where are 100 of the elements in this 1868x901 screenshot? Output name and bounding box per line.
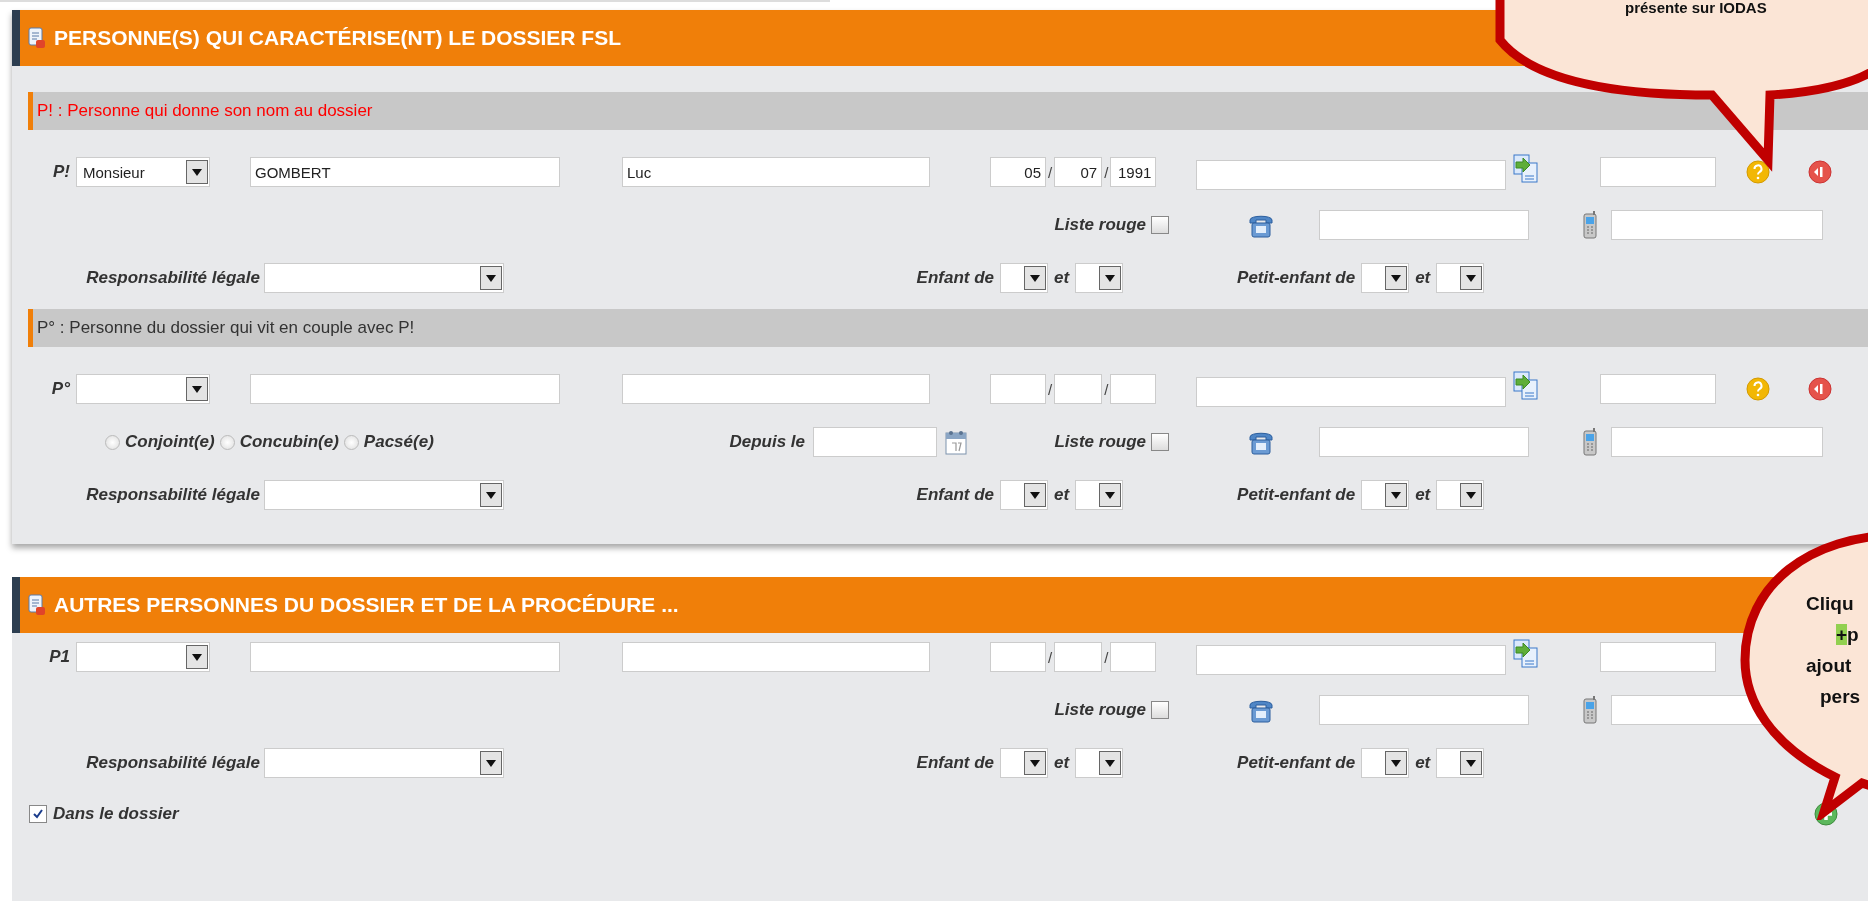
caret-icon	[1030, 491, 1040, 499]
radio-button[interactable]	[219, 434, 235, 450]
copy-document-icon[interactable]	[1512, 639, 1541, 669]
dropdown[interactable]	[1075, 480, 1124, 510]
last-name-field[interactable]	[250, 642, 560, 672]
field-label: Enfant de	[916, 485, 994, 505]
calendar-icon[interactable]	[945, 429, 967, 455]
first-name-field[interactable]	[622, 374, 930, 404]
radio-button[interactable]	[105, 434, 120, 450]
phone-field[interactable]	[1319, 210, 1529, 240]
delete-icon[interactable]	[1808, 160, 1833, 184]
mobile-field[interactable]	[1611, 427, 1823, 457]
first-name-field[interactable]	[622, 642, 930, 672]
field-label: P!	[53, 162, 70, 182]
field-label: Enfant de	[916, 268, 994, 288]
date-field[interactable]	[813, 427, 937, 457]
dropdown[interactable]	[1361, 263, 1410, 293]
mobile-field[interactable]	[1611, 210, 1823, 240]
phone-field[interactable]	[1319, 427, 1529, 457]
dropdown[interactable]: Monsieur	[76, 157, 210, 187]
date-separator: /	[1048, 380, 1053, 398]
delete-icon[interactable]	[1808, 377, 1833, 401]
subsection-title: P! : Personne qui donne son nom au dossier	[37, 101, 373, 121]
caret-icon	[1030, 759, 1040, 767]
field-label: Responsabilité légale	[86, 268, 260, 288]
checkbox[interactable]	[29, 805, 47, 823]
caret-icon	[192, 653, 202, 661]
radio-button[interactable]	[343, 434, 359, 450]
caret-icon	[1391, 759, 1402, 767]
text-field[interactable]	[1196, 160, 1507, 190]
field-label: Liste rouge	[1054, 215, 1146, 235]
caret-icon	[1466, 491, 1477, 499]
caret-icon	[192, 168, 202, 176]
radio-label: Concubin(e)	[239, 432, 339, 452]
callout-text: pers	[1820, 685, 1861, 709]
year-field[interactable]: 1991	[1110, 157, 1157, 187]
mobile-phone-icon	[1583, 696, 1597, 724]
month-field[interactable]: 07	[1054, 157, 1103, 187]
field-label: P1	[49, 647, 70, 667]
callout-text: ajout	[1806, 654, 1853, 678]
field-label: Responsabilité légale	[86, 485, 260, 505]
callout-text: Cliqu	[1806, 592, 1855, 616]
text-field[interactable]	[1600, 374, 1717, 404]
last-name-field[interactable]: GOMBERT	[250, 157, 560, 187]
last-name-field[interactable]	[250, 374, 560, 404]
year-field[interactable]	[1110, 374, 1157, 404]
copy-document-icon[interactable]	[1512, 154, 1541, 184]
caret-icon	[1466, 274, 1477, 282]
text-field[interactable]	[1196, 377, 1507, 407]
caret-icon	[192, 385, 202, 393]
dropdown[interactable]	[1075, 263, 1124, 293]
dropdown[interactable]	[1361, 480, 1410, 510]
checkbox[interactable]	[1151, 701, 1169, 719]
help-icon[interactable]	[1746, 160, 1771, 184]
field-label: P°	[51, 379, 70, 399]
document-icon	[28, 27, 46, 49]
dropdown[interactable]	[1436, 263, 1485, 293]
day-field[interactable]	[990, 374, 1046, 404]
callout-text: présente sur IODAS	[1625, 0, 1767, 16]
text-field[interactable]	[1600, 157, 1717, 187]
field-label: et	[1054, 753, 1070, 773]
date-separator: /	[1104, 648, 1109, 666]
field-label: Enfant de	[916, 753, 994, 773]
field-label: et	[1054, 268, 1070, 288]
text-field[interactable]	[1600, 642, 1717, 672]
caret-icon	[1030, 274, 1040, 282]
dropdown[interactable]	[1361, 748, 1410, 778]
date-separator: /	[1104, 163, 1109, 181]
checkbox[interactable]	[1151, 433, 1169, 451]
field-label: Petit-enfant de	[1237, 485, 1356, 505]
date-separator: /	[1104, 380, 1109, 398]
caret-icon	[1466, 759, 1477, 767]
caret-icon	[1105, 759, 1116, 767]
date-separator: /	[1048, 648, 1053, 666]
day-field[interactable]	[990, 642, 1046, 672]
dropdown[interactable]	[1000, 263, 1048, 293]
month-field[interactable]	[1054, 642, 1103, 672]
year-field[interactable]	[1110, 642, 1157, 672]
dropdown[interactable]	[1436, 480, 1485, 510]
dropdown[interactable]	[1075, 748, 1124, 778]
day-field[interactable]: 05	[990, 157, 1046, 187]
phone-field[interactable]	[1319, 695, 1529, 725]
caret-icon	[1391, 274, 1402, 282]
field-label: Petit-enfant de	[1237, 268, 1356, 288]
subsection-title: P° : Personne du dossier qui vit en couple avec P!	[37, 318, 415, 338]
first-name-field[interactable]: Luc	[622, 157, 930, 187]
dropdown[interactable]	[1000, 480, 1048, 510]
field-label: Petit-enfant de	[1237, 753, 1356, 773]
field-label: Responsabilité légale	[86, 753, 260, 773]
dropdown[interactable]	[1000, 748, 1048, 778]
checkbox-label: Dans le dossier	[53, 804, 179, 824]
text-field[interactable]	[1196, 645, 1507, 675]
section-title: PERSONNE(S) QUI CARACTÉRISE(NT) LE DOSSIER FSL	[54, 26, 622, 50]
field-label: et	[1415, 268, 1431, 288]
copy-document-icon[interactable]	[1512, 371, 1541, 401]
radio-label: Pacsé(e)	[363, 432, 434, 452]
checkbox[interactable]	[1151, 216, 1169, 234]
dropdown[interactable]	[1436, 748, 1485, 778]
callout-text: +p	[1836, 623, 1860, 647]
month-field[interactable]	[1054, 374, 1103, 404]
